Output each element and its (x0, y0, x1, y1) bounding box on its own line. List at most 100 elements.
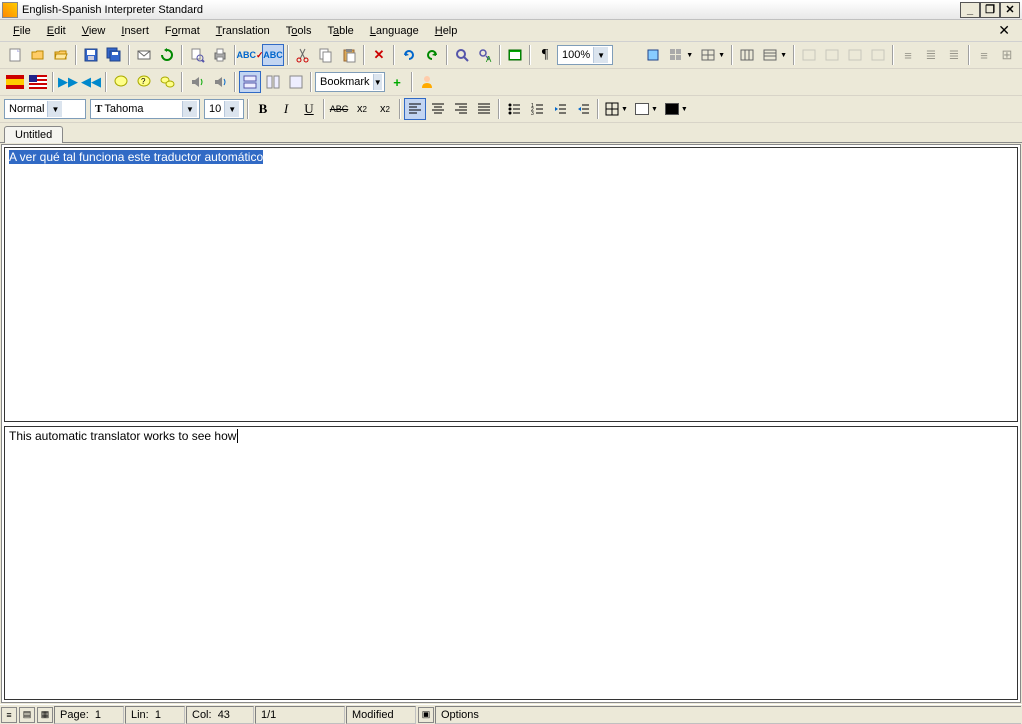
document-tab[interactable]: Untitled (4, 126, 63, 143)
chevron-down-icon: ▼ (593, 47, 608, 63)
layout-split-h-icon[interactable] (239, 71, 261, 93)
align-center-icon[interactable] (427, 98, 449, 120)
source-pane[interactable]: A ver qué tal funciona este traductor au… (4, 147, 1018, 422)
spellcheck-auto-icon[interactable]: ABC (262, 44, 284, 66)
align-d3-icon: ≣ (943, 44, 965, 66)
toolbar-format: Normal ▼ T Tahoma ▼ 10 ▼ B I U ABC x2 x2… (0, 96, 1022, 123)
web-icon[interactable] (504, 44, 526, 66)
close-button[interactable]: ✕ (1000, 2, 1020, 18)
folder-open-icon[interactable] (50, 44, 72, 66)
tool-a-icon[interactable] (642, 44, 664, 66)
status-options[interactable]: Options (435, 706, 1021, 724)
highlight-color-button[interactable]: ▼ (632, 98, 661, 120)
grid-2-icon[interactable]: ▼ (759, 44, 790, 66)
print-icon[interactable] (209, 44, 231, 66)
save-icon[interactable] (80, 44, 102, 66)
flag-usa-icon[interactable] (27, 71, 49, 93)
tool-b-icon[interactable]: ▼ (665, 44, 696, 66)
status-view-2-icon[interactable]: ▤ (19, 707, 35, 723)
toolbar-standard: ABC✓ ABC ✕ A ¶ 100% ▼ ▼ ▼ ▼ ≡ ≣ ≣ ≡ ⊞ (0, 42, 1022, 69)
target-pane[interactable]: This automatic translator works to see h… (4, 426, 1018, 701)
menu-view[interactable]: View (75, 23, 113, 39)
menu-translation[interactable]: Translation (209, 23, 277, 39)
misc-d2-icon: ⊞ (996, 44, 1018, 66)
cut-icon[interactable] (292, 44, 314, 66)
menu-language[interactable]: Language (363, 23, 426, 39)
menu-format[interactable]: Format (158, 23, 207, 39)
style-combo[interactable]: Normal ▼ (4, 99, 86, 119)
menu-tools[interactable]: Tools (279, 23, 319, 39)
status-view-1-icon[interactable]: ≡ (1, 707, 17, 723)
flag-spain-icon[interactable] (4, 71, 26, 93)
bookmark-combo[interactable]: Bookmark ▼ (315, 72, 385, 92)
layout-split-v-icon[interactable] (262, 71, 284, 93)
indent-icon[interactable] (572, 98, 594, 120)
size-combo[interactable]: 10 ▼ (204, 99, 244, 119)
balloon-3-icon[interactable] (156, 71, 178, 93)
layout-single-icon[interactable] (285, 71, 307, 93)
status-options-icon[interactable]: ▣ (418, 707, 434, 723)
menu-help[interactable]: Help (428, 23, 465, 39)
redo-icon[interactable] (421, 44, 443, 66)
speak-1-icon[interactable] (186, 71, 208, 93)
font-color-button[interactable]: ▼ (662, 98, 691, 120)
find-icon[interactable] (451, 44, 473, 66)
minimize-button[interactable]: _ (960, 2, 980, 18)
maximize-button[interactable]: ❐ (980, 2, 1000, 18)
balloon-1-icon[interactable] (110, 71, 132, 93)
undo-icon[interactable] (398, 44, 420, 66)
play-forward-icon[interactable]: ▶▶ (57, 71, 79, 93)
strikethrough-button[interactable]: ABC (328, 98, 350, 120)
menu-close-button[interactable]: ✕ (992, 22, 1016, 39)
status-line: Lin: 1 (125, 706, 185, 724)
toolbar-translate: ▶▶ ◀◀ ? Bookmark ▼ + (0, 69, 1022, 96)
speak-2-icon[interactable] (209, 71, 231, 93)
black-swatch-icon (665, 103, 679, 115)
border-button[interactable]: ▼ (602, 98, 631, 120)
superscript-button[interactable]: x2 (374, 98, 396, 120)
underline-button[interactable]: U (298, 98, 320, 120)
find-replace-icon[interactable]: A (474, 44, 496, 66)
print-preview-icon[interactable] (186, 44, 208, 66)
menu-edit[interactable]: Edit (40, 23, 73, 39)
subscript-button[interactable]: x2 (351, 98, 373, 120)
menu-insert[interactable]: Insert (114, 23, 156, 39)
font-combo[interactable]: T Tahoma ▼ (90, 99, 200, 119)
balloon-2-icon[interactable]: ? (133, 71, 155, 93)
new-file-icon[interactable] (4, 44, 26, 66)
editor-area: A ver qué tal funciona este traductor au… (1, 144, 1021, 703)
bullets-icon[interactable] (503, 98, 525, 120)
refresh-icon[interactable] (156, 44, 178, 66)
numbering-icon[interactable]: 123 (526, 98, 548, 120)
align-left-icon[interactable] (404, 98, 426, 120)
copy-icon[interactable] (315, 44, 337, 66)
zoom-combo[interactable]: 100% ▼ (557, 45, 613, 65)
italic-button[interactable]: I (275, 98, 297, 120)
spellcheck-icon[interactable]: ABC✓ (239, 44, 261, 66)
grid-1-icon[interactable] (736, 44, 758, 66)
tool-c-icon[interactable]: ▼ (697, 44, 728, 66)
align-right-icon[interactable] (450, 98, 472, 120)
user-icon[interactable] (416, 71, 438, 93)
misc-d1-icon: ≡ (973, 44, 995, 66)
menu-file[interactable]: File (6, 23, 38, 39)
align-d1-icon: ≡ (897, 44, 919, 66)
bold-button[interactable]: B (252, 98, 274, 120)
outdent-icon[interactable] (549, 98, 571, 120)
paragraph-icon[interactable]: ¶ (534, 44, 556, 66)
play-back-icon[interactable]: ◀◀ (80, 71, 102, 93)
delete-icon[interactable]: ✕ (368, 44, 390, 66)
table-d1-icon (798, 44, 820, 66)
bookmark-add-icon[interactable]: + (386, 71, 408, 93)
align-justify-icon[interactable] (473, 98, 495, 120)
open-file-icon[interactable] (27, 44, 49, 66)
chevron-down-icon: ▼ (373, 74, 382, 90)
menu-table[interactable]: Table (320, 23, 360, 39)
status-view-3-icon[interactable]: ▦ (37, 707, 53, 723)
source-text: A ver qué tal funciona este traductor au… (9, 150, 263, 164)
save-all-icon[interactable] (103, 44, 125, 66)
mail-icon[interactable] (133, 44, 155, 66)
status-modified: Modified (346, 706, 416, 724)
style-value: Normal (9, 103, 44, 115)
paste-icon[interactable] (338, 44, 360, 66)
